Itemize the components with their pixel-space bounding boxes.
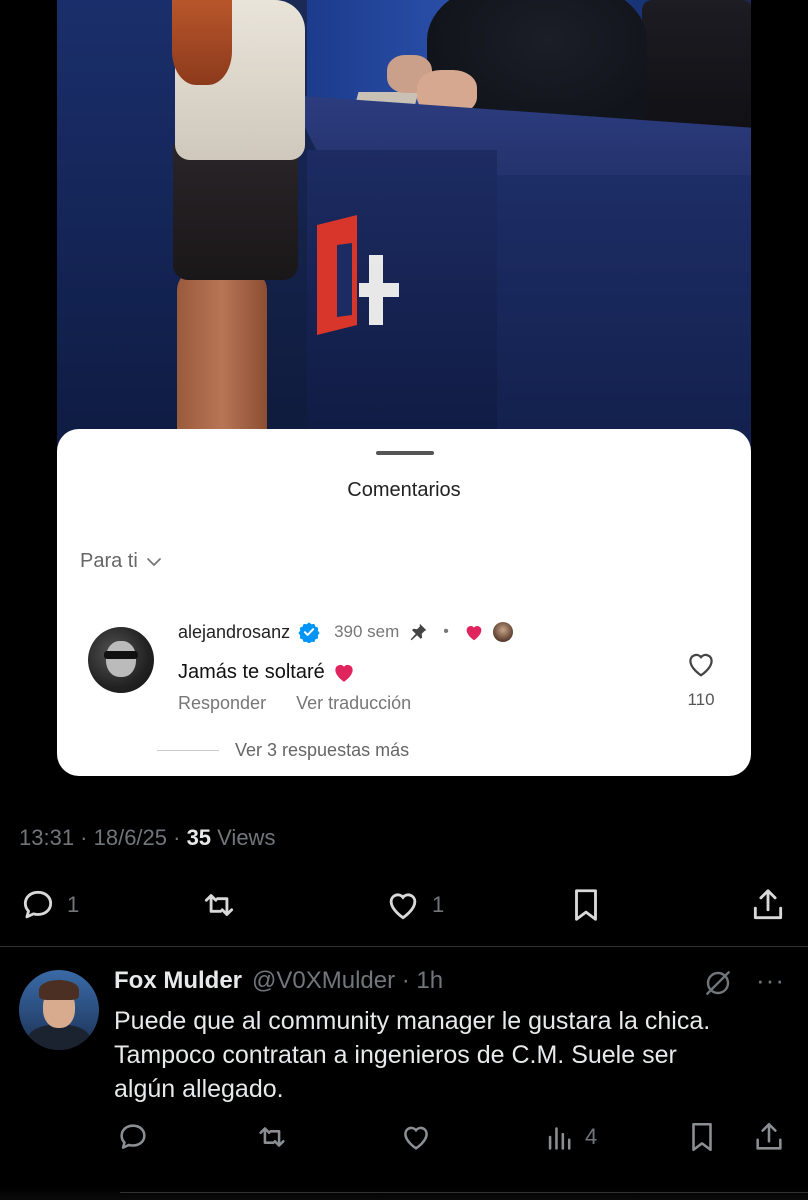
comment-avatar[interactable]: [88, 627, 154, 693]
share-icon: [753, 889, 783, 920]
photo-background: [57, 0, 187, 470]
divider: [0, 946, 808, 947]
more-options-icon[interactable]: ···: [756, 965, 785, 996]
sort-dropdown[interactable]: Para ti: [80, 550, 164, 573]
translate-button[interactable]: Ver traducción: [296, 693, 411, 714]
chevron-down-icon: [146, 557, 161, 566]
photo-desk-side: [497, 175, 751, 470]
reply-views-action[interactable]: 4: [543, 1120, 597, 1154]
repost-icon: [204, 894, 234, 916]
more-replies-button[interactable]: Ver 3 respuestas más: [157, 740, 409, 761]
red-heart-emoji-icon: [335, 664, 353, 682]
reply-author-name[interactable]: Fox Mulder: [114, 967, 242, 995]
reply-bookmark-action[interactable]: [685, 1120, 719, 1154]
tweet-photo[interactable]: [57, 0, 751, 470]
avatar-hair: [39, 980, 79, 1000]
tweet-timestamp: 13:31 · 18/6/25 · 35 Views: [19, 825, 275, 851]
heart-icon: [389, 893, 417, 920]
like-action[interactable]: 1: [384, 886, 444, 924]
reply-header: Fox Mulder @V0XMulder · 1h: [114, 967, 443, 995]
comment-like-count: 110: [687, 690, 715, 709]
avatar-face: [106, 641, 136, 677]
heart-outline-icon[interactable]: [684, 647, 718, 681]
avatar-suit: [27, 1025, 91, 1050]
reply-reply-action[interactable]: [116, 1120, 150, 1154]
reply-views-count: 4: [585, 1124, 598, 1149]
next-item-edge: [0, 1186, 808, 1200]
tweet-action-bar: 1 1: [0, 880, 808, 935]
heart-icon: [404, 1126, 428, 1150]
sort-label: Para ti: [80, 550, 138, 572]
creator-mini-avatar: [492, 622, 513, 642]
verified-badge-icon: [298, 622, 320, 643]
grok-icon[interactable]: [702, 967, 734, 999]
comment-actions: Responder Ver traducción: [178, 693, 411, 714]
reply-like-action[interactable]: [399, 1120, 433, 1154]
repost-action[interactable]: [200, 886, 238, 924]
comment-header: alejandrosanz 390 sem •: [178, 621, 513, 643]
photo-desk-logo: [317, 215, 399, 335]
reply-handle-time[interactable]: @V0XMulder · 1h: [252, 967, 443, 995]
photo-woman: [173, 140, 298, 280]
reply-avatar[interactable]: [19, 970, 99, 1050]
comment-icon: [23, 890, 53, 919]
reply-count: 1: [67, 892, 80, 917]
creator-liked-heart-icon: [466, 626, 482, 641]
sheet-grabber[interactable]: [376, 451, 434, 455]
reply-share-action[interactable]: [752, 1120, 786, 1154]
reply-text: Puede que al community manager le gustar…: [114, 1007, 711, 1103]
sheet-title: Comentarios: [347, 479, 461, 501]
tweet-views-count: 35: [186, 825, 212, 850]
share-icon: [756, 1122, 782, 1150]
divider: [120, 1192, 808, 1193]
reply-repost-action[interactable]: [255, 1120, 289, 1154]
share-action[interactable]: [749, 886, 787, 924]
bookmark-action[interactable]: [567, 886, 605, 924]
tweet-views-label: Views: [211, 825, 276, 850]
comment-icon: [120, 1124, 146, 1149]
more-replies-line: [157, 750, 219, 751]
more-replies-label: Ver 3 respuestas más: [235, 740, 410, 760]
repost-icon: [259, 1127, 285, 1147]
tweet-time-date: 13:31 · 18/6/25 ·: [19, 825, 187, 850]
analytics-icon: [548, 1127, 571, 1150]
comment-like[interactable]: 110: [681, 647, 721, 710]
reply-button[interactable]: Responder: [178, 693, 266, 714]
photo-chair: [642, 0, 751, 140]
comment-body: Jamás te soltaré: [178, 659, 357, 685]
comments-sheet: Comentarios Para ti alejandrosanz 390 se…: [57, 429, 751, 776]
separator-dot: •: [443, 623, 449, 640]
comment-username[interactable]: alejandrosanz: [178, 622, 290, 643]
reply-action-bar: 4: [0, 1118, 808, 1163]
comment-time: 390 sem: [334, 622, 400, 641]
avatar-glasses: [104, 651, 138, 659]
like-count: 1: [432, 892, 445, 917]
photo-woman-hair: [172, 0, 232, 85]
bookmark-icon: [575, 889, 597, 921]
comment-text: Jamás te soltaré: [178, 660, 325, 683]
reply-action[interactable]: 1: [19, 886, 79, 924]
bookmark-icon: [692, 1122, 712, 1152]
pin-icon: [410, 623, 427, 641]
